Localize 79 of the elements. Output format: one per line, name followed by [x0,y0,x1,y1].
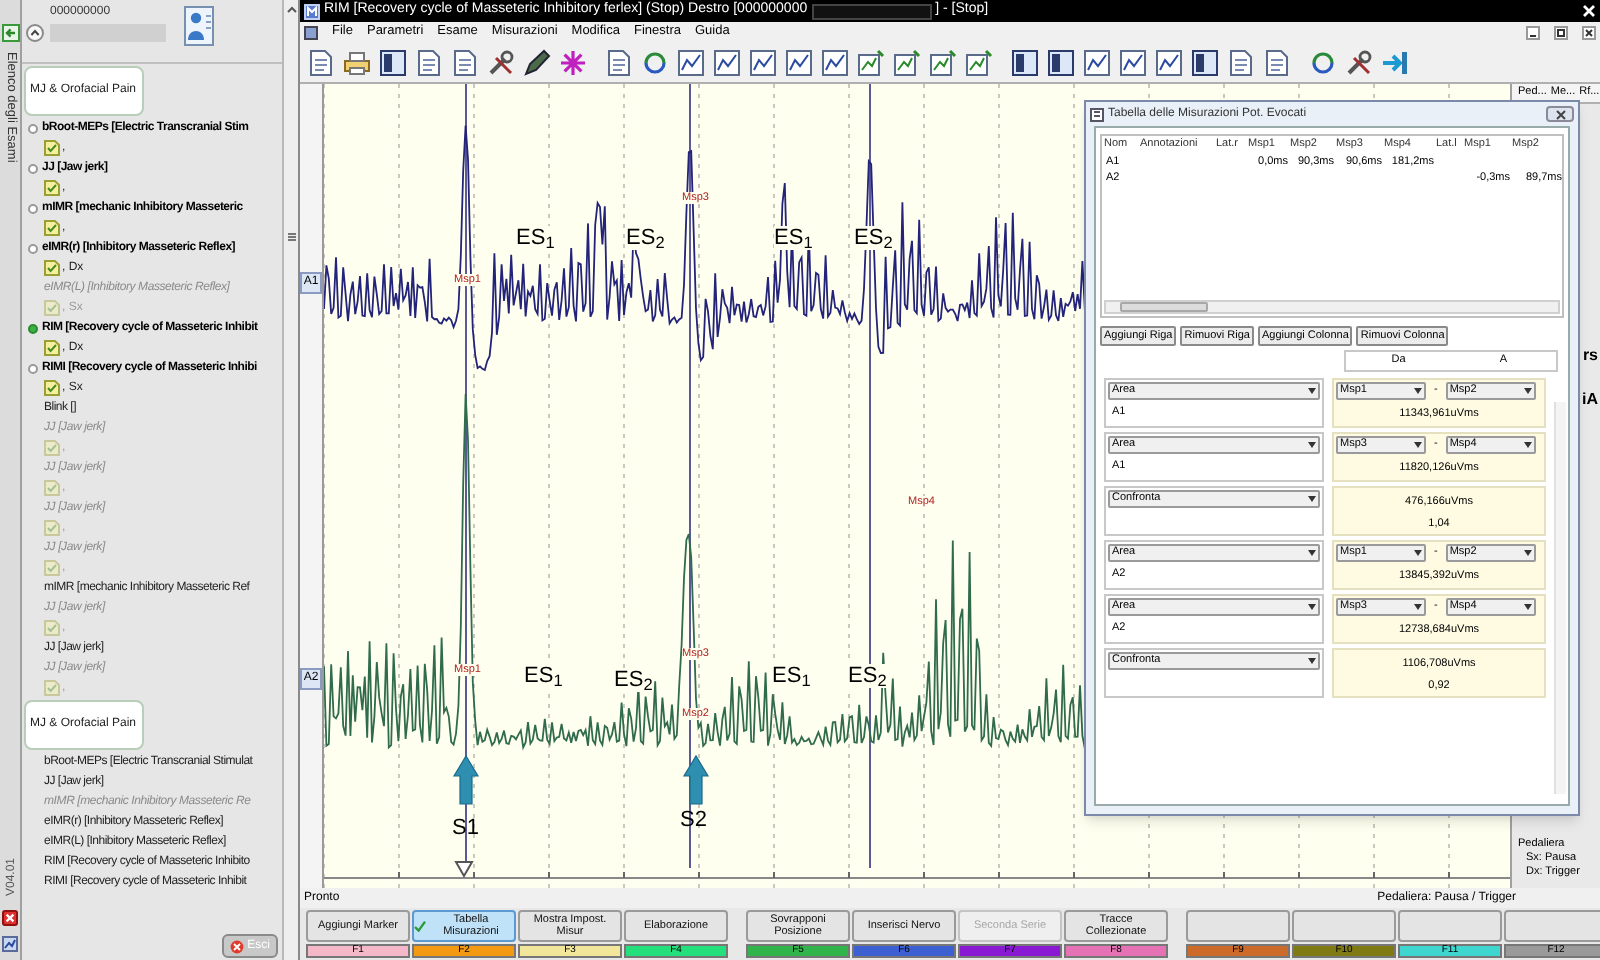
segment-label: ES$_{1}$ [524,664,563,688]
caret-icon [1308,496,1316,502]
panel-icon[interactable] [1010,47,1040,77]
refresh-icon[interactable] [640,47,670,77]
segment-label: ES$_{2}$ [854,226,893,250]
chart-icon[interactable] [964,47,994,77]
chart-icon[interactable] [928,47,958,77]
arrow-icon[interactable] [2,24,20,42]
chart-icon[interactable] [856,47,886,77]
tools-icon[interactable] [486,47,516,77]
segment-label: ES$_{2}$ [626,226,665,250]
document-icon[interactable] [304,25,318,39]
segment-label: ES$_{1}$ [774,226,813,250]
horizontal-scrollbar[interactable] [1104,300,1560,314]
panel-text: iA [1582,388,1598,412]
chart-icon[interactable] [820,47,850,77]
chart-icon[interactable] [748,47,778,77]
caret-icon [1308,604,1316,610]
chart-icon[interactable] [1118,47,1148,77]
caret-icon [1523,604,1532,610]
caret-icon [1308,388,1316,394]
close-icon [1555,109,1565,119]
chart-icon[interactable] [784,47,814,77]
refresh-icon[interactable] [1308,47,1338,77]
printer-icon[interactable] [342,47,372,77]
caret-icon [1308,550,1316,556]
panel-icon[interactable] [1190,47,1220,77]
chart-icon[interactable] [676,47,706,77]
scrollbar-grip-icon[interactable] [285,232,297,242]
redacted-field [811,3,932,19]
segment-label: ES$_{2}$ [848,664,887,688]
scroll-up-icon[interactable] [285,4,297,16]
chart-icon[interactable] [1154,47,1184,77]
table-icon [1090,107,1104,121]
trigger-marker-icon[interactable] [454,861,474,878]
vertical-scrollbar[interactable] [1554,402,1566,794]
caret-icon [1523,442,1532,448]
up-arrow-icon [452,754,480,805]
document-icon[interactable] [1226,47,1256,77]
caret-icon [1414,604,1422,610]
caret-icon [1308,442,1316,448]
segment-label: ES$_{1}$ [516,226,555,250]
close-icon[interactable] [1582,25,1596,39]
panel-text: rs [1582,344,1598,368]
document-icon[interactable] [450,47,480,77]
segment-label: ES$_{1}$ [772,664,811,688]
close-icon[interactable] [2,910,18,926]
check-icon [414,920,426,932]
segment-label: ES$_{2}$ [614,668,653,692]
restore-icon[interactable] [1554,25,1568,39]
document-icon[interactable] [306,47,336,77]
caret-icon [1523,388,1532,394]
chart-icon[interactable] [892,47,922,77]
arrow-icon[interactable] [1380,47,1410,77]
panel-icon[interactable] [378,47,408,77]
chart-icon[interactable] [1082,47,1112,77]
cursor-line[interactable] [869,84,871,869]
caret-icon [1414,550,1422,556]
close-icon [229,939,244,953]
panel-icon[interactable] [1046,47,1076,77]
cursor-line[interactable] [689,84,691,869]
chart-icon[interactable] [712,47,742,77]
caret-icon [1523,550,1532,556]
caret-icon [1308,658,1316,664]
pen-icon[interactable] [522,47,552,77]
caret-icon [1414,388,1422,394]
close-button[interactable] [1546,106,1574,122]
tools-icon[interactable] [1344,47,1374,77]
minimize-icon[interactable] [1526,25,1540,39]
chart-icon[interactable] [2,936,18,952]
document-icon[interactable] [604,47,634,77]
document-icon[interactable] [414,47,444,77]
collapse-button[interactable] [26,24,44,42]
document-icon[interactable] [1262,47,1292,77]
patient-card-icon[interactable] [184,6,214,46]
star-icon[interactable] [558,47,588,77]
up-arrow-icon [682,754,710,805]
caret-icon [1414,442,1422,448]
app-icon [304,3,320,19]
